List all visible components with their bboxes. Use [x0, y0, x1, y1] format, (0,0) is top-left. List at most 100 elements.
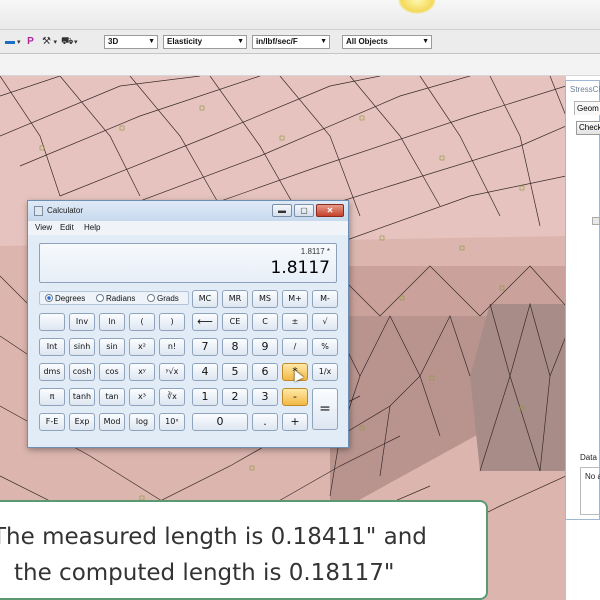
key-cosh[interactable]: cosh — [69, 363, 95, 381]
secondary-strip — [0, 54, 600, 76]
chevron-down-icon: ▼ — [148, 38, 155, 45]
chevron-down-icon: ▼ — [237, 38, 244, 45]
key-fe[interactable]: F-E — [39, 413, 65, 431]
radio-degrees[interactable]: Degrees — [45, 294, 85, 303]
data-label: Data — [580, 453, 597, 462]
display-value: 1.8117 — [270, 258, 330, 278]
key-ce[interactable]: CE — [222, 313, 248, 331]
key-cos[interactable]: cos — [99, 363, 125, 381]
key-tanh[interactable]: tanh — [69, 388, 95, 406]
key-plus-minus[interactable]: ± — [282, 313, 308, 331]
key-mr[interactable]: MR — [222, 290, 248, 308]
wrench-icon[interactable]: ⚒ — [41, 36, 53, 48]
calculator-title: Calculator — [47, 206, 84, 215]
key-int[interactable]: Int — [39, 338, 65, 356]
probe-icon[interactable]: P — [25, 36, 37, 48]
result-select[interactable]: Elasticity ▼ — [163, 35, 247, 49]
key-divide[interactable]: / — [282, 338, 308, 356]
key-m-plus[interactable]: M+ — [282, 290, 308, 308]
key-6[interactable]: 6 — [252, 363, 278, 381]
key-blank[interactable] — [39, 313, 65, 331]
maximize-button[interactable]: ▢ — [294, 204, 314, 217]
key-x-squared[interactable]: x² — [129, 338, 155, 356]
close-button[interactable]: ✕ — [316, 204, 344, 217]
mesh-cutout — [470, 304, 566, 471]
key-3[interactable]: 3 — [252, 388, 278, 406]
menu-help[interactable]: Help — [84, 223, 100, 232]
calculator-display: 1.8117 * 1.8117 — [39, 243, 337, 283]
menu-view[interactable]: View — [35, 223, 52, 232]
key-y-root-x[interactable]: ʸ√x — [159, 363, 185, 381]
title-strip — [0, 0, 600, 30]
stress-check-panel: StressCh Geom Check Data No a — [565, 80, 600, 520]
key-x-cubed[interactable]: x³ — [129, 388, 155, 406]
key-8[interactable]: 8 — [222, 338, 248, 356]
key-log[interactable]: log — [129, 413, 155, 431]
key-7[interactable]: 7 — [192, 338, 218, 356]
radio-dot-icon — [147, 294, 155, 302]
key-sinh[interactable]: sinh — [69, 338, 95, 356]
screen: ▬ ▾ P ⚒ ▾ ⛟ ▾ 3D ▼ Elasticity ▼ in/lbf/sec… — [0, 0, 600, 600]
key-mc[interactable]: MC — [192, 290, 218, 308]
key-0[interactable]: 0 — [192, 413, 248, 431]
chevron-down-icon[interactable]: ▾ — [74, 38, 78, 46]
menu-edit[interactable]: Edit — [60, 223, 74, 232]
key-ln[interactable]: ln — [99, 313, 125, 331]
key-reciprocal[interactable]: 1/x — [312, 363, 338, 381]
key-1[interactable]: 1 — [192, 388, 218, 406]
key-5[interactable]: 5 — [222, 363, 248, 381]
radio-dot-icon — [96, 294, 104, 302]
calculator-menu: View Edit Help — [28, 221, 348, 235]
radio-radians[interactable]: Radians — [96, 294, 135, 303]
data-box-text: No a — [585, 472, 600, 481]
chevron-down-icon: ▼ — [422, 38, 429, 45]
view-select[interactable]: 3D ▼ — [104, 35, 158, 49]
key-mod[interactable]: Mod — [99, 413, 125, 431]
key-ms[interactable]: MS — [252, 290, 278, 308]
key-subtract[interactable]: - — [282, 388, 308, 406]
key-exp[interactable]: Exp — [69, 413, 95, 431]
angle-mode-group: Degrees Radians Grads — [39, 291, 189, 305]
key-close-paren[interactable]: ) — [159, 313, 185, 331]
key-4[interactable]: 4 — [192, 363, 218, 381]
cursor-highlight — [398, 0, 436, 14]
key-ten-pow-x[interactable]: 10ˣ — [159, 413, 185, 431]
key-tan[interactable]: tan — [99, 388, 125, 406]
radio-grads[interactable]: Grads — [147, 294, 179, 303]
key-cube-root[interactable]: ∛x — [159, 388, 185, 406]
key-sqrt[interactable]: √ — [312, 313, 338, 331]
key-percent[interactable]: % — [312, 338, 338, 356]
key-dms[interactable]: dms — [39, 363, 65, 381]
display-expression: 1.8117 * — [300, 247, 330, 256]
arrow-icon[interactable]: ▬ — [4, 36, 16, 48]
calculator-icon — [34, 206, 43, 216]
calculator-titlebar[interactable]: Calculator ▬ ▢ ✕ — [28, 201, 348, 221]
key-decimal[interactable]: . — [252, 413, 278, 431]
panel-checkbox[interactable] — [592, 217, 600, 225]
key-m-minus[interactable]: M- — [312, 290, 338, 308]
tab-geometry[interactable]: Geom — [574, 101, 600, 115]
chevron-down-icon[interactable]: ▾ — [54, 38, 58, 46]
units-select[interactable]: in/lbf/sec/F ▼ — [252, 35, 330, 49]
caption-box: The measured length is 0.18411" and the … — [0, 500, 488, 600]
key-sin[interactable]: sin — [99, 338, 125, 356]
panel-title: StressCh — [570, 85, 600, 94]
key-inv[interactable]: Inv — [69, 313, 95, 331]
key-pi[interactable]: π — [39, 388, 65, 406]
key-2[interactable]: 2 — [222, 388, 248, 406]
objects-select[interactable]: All Objects ▼ — [342, 35, 432, 49]
key-9[interactable]: 9 — [252, 338, 278, 356]
radio-dot-icon — [45, 294, 53, 302]
chevron-down-icon[interactable]: ▾ — [17, 38, 21, 46]
minimize-button[interactable]: ▬ — [272, 204, 292, 217]
key-c[interactable]: C — [252, 313, 278, 331]
key-open-paren[interactable]: ( — [129, 313, 155, 331]
key-backspace[interactable]: ⟵ — [192, 313, 218, 331]
truck-icon[interactable]: ⛟ — [61, 36, 74, 48]
key-equals[interactable]: = — [312, 388, 338, 430]
key-factorial[interactable]: n! — [159, 338, 185, 356]
data-box: No a — [580, 467, 600, 515]
key-add[interactable]: + — [282, 413, 308, 431]
key-x-pow-y[interactable]: xʸ — [129, 363, 155, 381]
check-button[interactable]: Check — [576, 121, 600, 135]
